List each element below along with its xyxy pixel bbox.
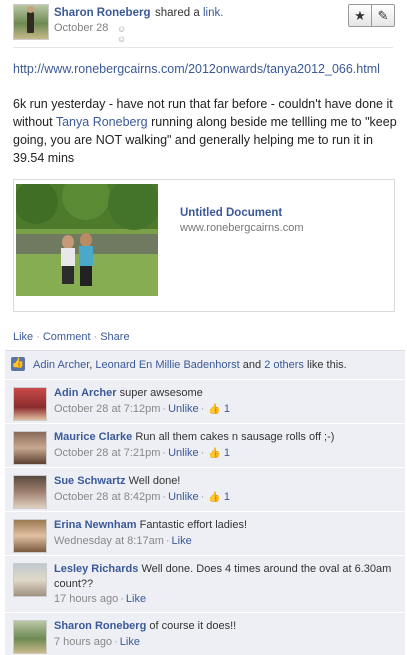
comment-text: Fantastic effort ladies! [139,519,247,531]
post-message: 6k run yesterday - have not run that far… [13,97,397,165]
header-divider [13,47,393,48]
thumbs-up-icon[interactable]: 👍 [208,492,220,503]
commenter-avatar[interactable] [13,387,47,421]
comment-time[interactable]: October 28 at 7:21pm [54,447,160,459]
commenter-avatar[interactable] [13,563,47,597]
comment-text: Run all them cakes n sausage rolls off ;… [135,431,335,443]
unlike-link[interactable]: Unlike [168,447,199,459]
thumbs-up-icon[interactable]: 👍 [208,448,220,459]
attachment-thumbnail[interactable] [16,184,158,296]
shared-link[interactable]: link. [203,7,223,19]
comment-like-link[interactable]: Like [120,636,140,648]
comment-like-count[interactable]: 1 [224,447,230,459]
mention-link[interactable]: Tanya Roneberg [56,115,148,129]
comment-text: Well done! [128,475,181,487]
author-name-link[interactable]: Sharon Roneberg [54,7,150,19]
post-url-link[interactable]: http://www.ronebergcairns.com/2012onward… [13,60,393,78]
unlike-link[interactable]: Unlike [168,491,199,503]
commenter-avatar[interactable] [13,431,47,465]
people-icon: ☺☺ [117,24,127,44]
shared-text: shared a link. [155,7,224,19]
share-button[interactable]: Share [100,331,129,343]
post-header: Sharon Roneberg shared a link. October 2… [13,4,403,44]
comment-text: of course it does!! [149,620,237,632]
comment-item: Sharon Roneberg of course it does!! 7 ho… [5,613,405,655]
comment-like-count[interactable]: 1 [224,403,230,415]
commenter-avatar[interactable] [13,519,47,553]
attachment-domain: www.ronebergcairns.com [180,222,304,234]
feedback-panel: 👍 Adin Archer, Leonard En Millie Badenho… [5,350,405,655]
comment-author-link[interactable]: Lesley Richards [54,563,138,575]
comment-text: super awsesome [119,387,203,399]
comment-time[interactable]: Wednesday at 8:17am [54,535,164,547]
author-avatar[interactable] [13,4,49,40]
liker-link[interactable]: Leonard En Millie Badenhorst [95,359,239,371]
comment-like-link[interactable]: Like [126,593,146,605]
attachment-title-link[interactable]: Untitled Document [180,207,282,219]
others-link[interactable]: 2 others [264,359,304,371]
comment-author-link[interactable]: Sue Schwartz [54,475,126,487]
comment-time[interactable]: October 28 at 7:12pm [54,403,160,415]
comment-author-link[interactable]: Sharon Roneberg [54,620,146,632]
pencil-icon[interactable]: ✎ [371,4,395,27]
comment-item: Erina Newnham Fantastic effort ladies! W… [5,512,405,556]
thumbs-up-icon: 👍 [11,357,25,371]
comment-button[interactable]: Comment [43,331,91,343]
post-actions: Like · Comment · Share [13,331,130,343]
comment-author-link[interactable]: Adin Archer [54,387,117,399]
comment-item: Adin Archer super awsesome October 28 at… [5,380,405,424]
likes-summary: 👍 Adin Archer, Leonard En Millie Badenho… [5,351,405,380]
link-attachment[interactable]: Untitled Document www.ronebergcairns.com [13,179,395,312]
post-date[interactable]: October 28 [54,22,108,34]
comment-item: Sue Schwartz Well done! October 28 at 8:… [5,468,405,512]
thumbs-up-icon[interactable]: 👍 [208,404,220,415]
comment-item: Maurice Clarke Run all them cakes n saus… [5,424,405,468]
star-icon[interactable]: ★ [348,4,372,27]
comment-item: Lesley Richards Well done. Does 4 times … [5,556,405,613]
comment-time[interactable]: 7 hours ago [54,636,112,648]
like-button[interactable]: Like [13,331,33,343]
comment-time[interactable]: 17 hours ago [54,593,118,605]
comment-author-link[interactable]: Erina Newnham [54,519,137,531]
comment-time[interactable]: October 28 at 8:42pm [54,491,160,503]
comment-like-link[interactable]: Like [172,535,192,547]
liker-link[interactable]: Adin Archer [33,359,89,371]
unlike-link[interactable]: Unlike [168,403,199,415]
commenter-avatar[interactable] [13,620,47,654]
comment-author-link[interactable]: Maurice Clarke [54,431,132,443]
commenter-avatar[interactable] [13,475,47,509]
comment-like-count[interactable]: 1 [224,491,230,503]
